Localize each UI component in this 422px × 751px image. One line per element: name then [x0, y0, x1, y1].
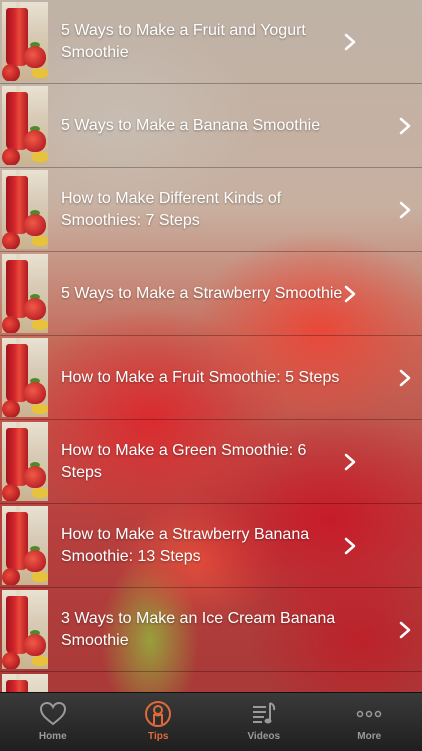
list-item[interactable]: 5 Ways to Make a Banana Smoothie: [0, 84, 422, 168]
list-item-title: 3 Ways to Make an Ice Cream Banana Smoot…: [61, 608, 381, 652]
tab-label: More: [317, 731, 422, 742]
chevron-right-icon: [398, 368, 412, 388]
list-item[interactable]: How to Make a Strawberry Banana Smoothie…: [0, 504, 422, 588]
tab-home[interactable]: Home: [0, 693, 106, 751]
smoothie-thumbnail: [2, 422, 48, 501]
list-item-title: 5 Ways to Make a Strawberry Smoothie: [61, 283, 381, 305]
list-item[interactable]: How to Make a Green Smoothie: 6 Steps: [0, 420, 422, 504]
smoothie-thumbnail: [2, 590, 48, 669]
tips-list: 5 Ways to Make a Fruit and Yogurt Smooth…: [0, 0, 422, 692]
list-item[interactable]: 5 Ways to Make a Strawberry Smoothie: [0, 252, 422, 336]
smoothie-thumbnail: [2, 338, 48, 417]
list-item-title: How to Make a Strawberry Banana Smoothie…: [61, 524, 343, 568]
tab-videos[interactable]: Videos: [211, 693, 317, 751]
smoothie-thumbnail: [2, 2, 48, 81]
list-item-title: 5 Ways to Make a Banana Smoothie: [61, 115, 343, 137]
list-item-title: 5 Ways to Make a Fruit and Yogurt Smooth…: [61, 20, 343, 64]
list-item-title: How to Make Different Kinds of Smoothies…: [61, 188, 343, 232]
list-item[interactable]: 3 Ways to Make an Ice Cream Banana Smoot…: [0, 588, 422, 672]
tab-more[interactable]: More: [317, 693, 422, 751]
smoothie-thumbnail: [2, 254, 48, 333]
chevron-right-icon: [343, 32, 357, 52]
tab-label: Videos: [211, 731, 317, 742]
tab-tips[interactable]: Tips: [106, 693, 212, 751]
heart-icon: [38, 699, 68, 729]
chevron-right-icon: [343, 284, 357, 304]
person-circle-icon: [143, 699, 173, 729]
list-item[interactable]: How to Make a Fruit Smoothie: 5 Steps: [0, 336, 422, 420]
chevron-right-icon: [343, 536, 357, 556]
chevron-right-icon: [398, 116, 412, 136]
list-item-partial[interactable]: [0, 672, 422, 692]
list-item[interactable]: How to Make Different Kinds of Smoothies…: [0, 168, 422, 252]
smoothie-thumbnail: [2, 170, 48, 249]
smoothie-thumbnail: [2, 506, 48, 585]
list-item-title: How to Make a Green Smoothie: 6 Steps: [61, 440, 343, 484]
tab-label: Home: [0, 731, 106, 742]
chevron-right-icon: [398, 620, 412, 640]
smoothie-thumbnail: [2, 86, 48, 165]
chevron-right-icon: [398, 200, 412, 220]
list-item[interactable]: 5 Ways to Make a Fruit and Yogurt Smooth…: [0, 0, 422, 84]
music-list-icon: [249, 699, 279, 729]
tab-label: Tips: [106, 731, 212, 742]
more-dots-icon: [354, 699, 384, 729]
list-item-title: How to Make a Fruit Smoothie: 5 Steps: [61, 367, 381, 389]
smoothie-thumbnail: [2, 674, 48, 692]
tab-bar: Home Tips Videos: [0, 692, 422, 751]
chevron-right-icon: [343, 452, 357, 472]
